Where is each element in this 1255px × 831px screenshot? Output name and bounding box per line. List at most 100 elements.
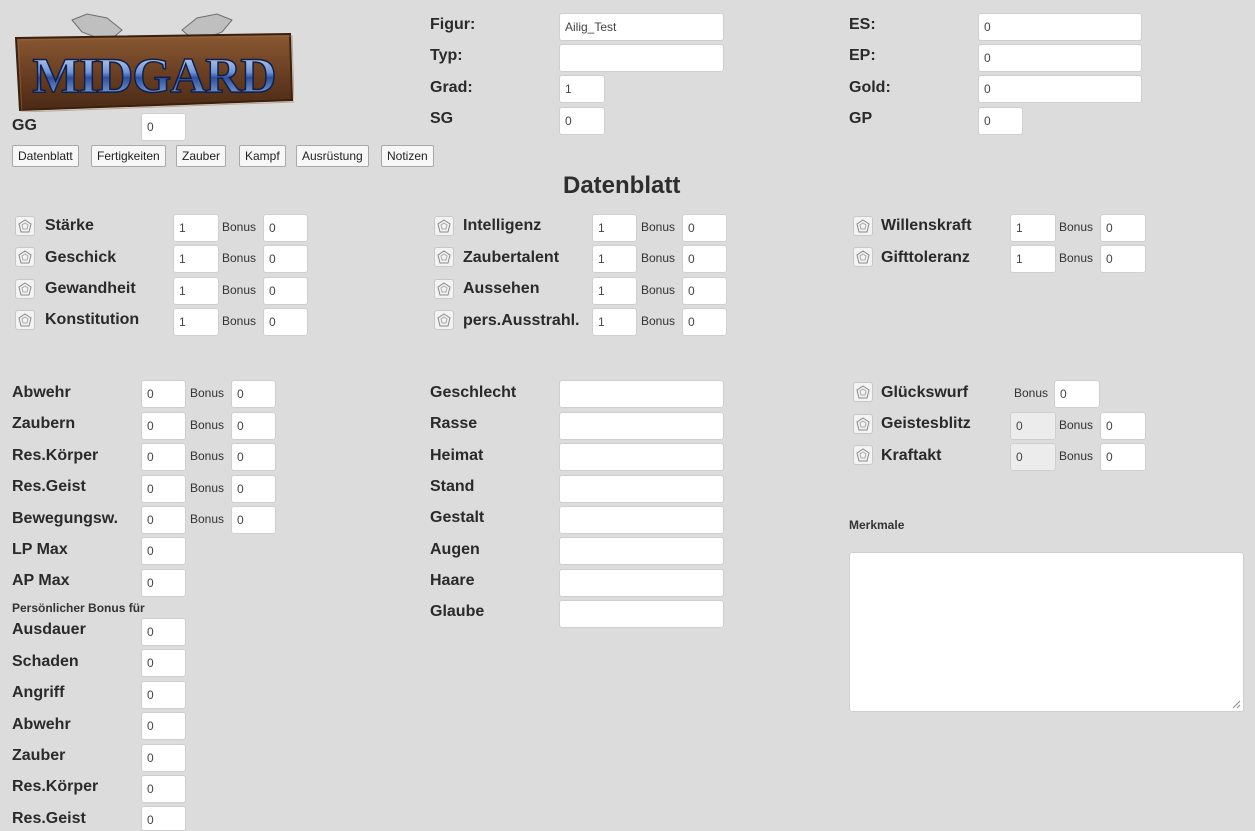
ep-input[interactable]: 0	[978, 44, 1142, 72]
bonus-label: Bonus	[222, 220, 257, 234]
gp-input[interactable]: 0	[978, 107, 1023, 135]
kraftakt-bonus-input[interactable]: 0	[1100, 443, 1146, 471]
tab-notizen[interactable]: Notizen	[381, 145, 434, 167]
willenskraft-bonus-input[interactable]: 0	[1100, 214, 1146, 242]
willenskraft-input[interactable]: 1	[1010, 214, 1056, 242]
dice-icon[interactable]	[434, 310, 454, 330]
dice-icon[interactable]	[15, 310, 35, 330]
heimat-input[interactable]	[559, 443, 724, 471]
dice-icon[interactable]	[15, 247, 35, 267]
ap-max-input[interactable]: 0	[141, 569, 186, 597]
glueckswurf-bonus-input[interactable]: 0	[1054, 380, 1100, 408]
kraftakt-value: 0	[1010, 443, 1056, 471]
typ-input[interactable]	[559, 44, 724, 72]
aussehen-input[interactable]: 1	[592, 277, 637, 305]
pb-res-geist-input[interactable]: 0	[141, 806, 186, 831]
staerke-bonus-input[interactable]: 0	[263, 214, 308, 242]
rasse-input[interactable]	[559, 412, 724, 440]
stand-input[interactable]	[559, 475, 724, 503]
pb-abwehr-input[interactable]: 0	[141, 712, 186, 740]
dice-icon[interactable]	[853, 445, 873, 465]
lp-max-input[interactable]: 0	[141, 537, 186, 565]
figur-input[interactable]: Ailig_Test	[559, 13, 724, 41]
gestalt-input[interactable]	[559, 506, 724, 534]
zaubern-bonus-input[interactable]: 0	[231, 412, 276, 440]
bonus-label: Bonus	[190, 449, 225, 463]
dice-icon[interactable]	[434, 247, 454, 267]
angriff-label: Angriff	[12, 684, 65, 701]
zaubertalent-bonus-input[interactable]: 0	[682, 245, 727, 273]
geistesblitz-value: 0	[1010, 412, 1056, 440]
geschlecht-input[interactable]	[559, 380, 724, 408]
ausstrahlung-bonus-input[interactable]: 0	[682, 308, 727, 336]
gifttoleranz-label: Gifttoleranz	[881, 249, 970, 266]
augen-label: Augen	[430, 541, 480, 558]
gewandheit-bonus-input[interactable]: 0	[263, 277, 308, 305]
glueckswurf-label: Glückswurf	[881, 384, 969, 401]
haare-input[interactable]	[559, 569, 724, 597]
geschick-bonus-input[interactable]: 0	[263, 245, 308, 273]
sg-input[interactable]: 0	[559, 107, 605, 135]
intelligenz-bonus-input[interactable]: 0	[682, 214, 727, 242]
bewegungsweite-bonus-input[interactable]: 0	[231, 506, 276, 534]
gold-input[interactable]: 0	[978, 75, 1142, 103]
gewandheit-input[interactable]: 1	[173, 277, 219, 305]
dice-icon[interactable]	[15, 216, 35, 236]
grad-input[interactable]: 1	[559, 75, 605, 103]
res-koerper-bonus-input[interactable]: 0	[231, 443, 276, 471]
abwehr-input[interactable]: 0	[141, 380, 186, 408]
abwehr-bonus-input[interactable]: 0	[231, 380, 276, 408]
dice-icon[interactable]	[15, 279, 35, 299]
gp-label: GP	[849, 110, 873, 127]
abwehr-label: Abwehr	[12, 384, 71, 401]
pb-zauber-label: Zauber	[12, 747, 66, 764]
tab-zauber[interactable]: Zauber	[176, 145, 227, 167]
glaube-input[interactable]	[559, 600, 724, 628]
dice-icon[interactable]	[853, 414, 873, 434]
konstitution-label: Konstitution	[45, 311, 140, 328]
kraftakt-label: Kraftakt	[881, 447, 942, 464]
bonus-label: Bonus	[641, 220, 676, 234]
dice-icon[interactable]	[853, 216, 873, 236]
merkmale-textarea[interactable]	[849, 552, 1244, 712]
aussehen-bonus-input[interactable]: 0	[682, 277, 727, 305]
es-input[interactable]: 0	[978, 13, 1142, 41]
dice-icon[interactable]	[853, 247, 873, 267]
tab-kampf[interactable]: Kampf	[239, 145, 286, 167]
pb-res-koerper-input[interactable]: 0	[141, 775, 186, 803]
tab-datenblatt[interactable]: Datenblatt	[12, 145, 79, 167]
tab-fertigkeiten[interactable]: Fertigkeiten	[91, 145, 166, 167]
zaubertalent-label: Zaubertalent	[463, 249, 560, 266]
aussehen-label: Aussehen	[463, 280, 540, 297]
konstitution-bonus-input[interactable]: 0	[263, 308, 308, 336]
ausdauer-input[interactable]: 0	[141, 618, 186, 646]
augen-input[interactable]	[559, 537, 724, 565]
bewegungsweite-input[interactable]: 0	[141, 506, 186, 534]
geistesblitz-bonus-input[interactable]: 0	[1100, 412, 1146, 440]
haare-label: Haare	[430, 572, 475, 589]
intelligenz-input[interactable]: 1	[592, 214, 637, 242]
pb-zauber-input[interactable]: 0	[141, 744, 186, 772]
res-geist-bonus-input[interactable]: 0	[231, 475, 276, 503]
staerke-input[interactable]: 1	[173, 214, 219, 242]
zaubern-input[interactable]: 0	[141, 412, 186, 440]
schaden-input[interactable]: 0	[141, 649, 186, 677]
res-geist-input[interactable]: 0	[141, 475, 186, 503]
resize-handle-icon[interactable]	[1232, 700, 1241, 709]
gifttoleranz-bonus-input[interactable]: 0	[1100, 245, 1146, 273]
gifttoleranz-input[interactable]: 1	[1010, 245, 1056, 273]
dice-icon[interactable]	[853, 382, 873, 402]
geschick-label: Geschick	[45, 249, 117, 266]
angriff-input[interactable]: 0	[141, 681, 186, 709]
dice-icon[interactable]	[434, 279, 454, 299]
zaubertalent-input[interactable]: 1	[592, 245, 637, 273]
dice-icon[interactable]	[434, 216, 454, 236]
ausstrahlung-input[interactable]: 1	[592, 308, 637, 336]
geschick-input[interactable]: 1	[173, 245, 219, 273]
gg-input[interactable]: 0	[141, 113, 186, 141]
es-label: ES:	[849, 16, 876, 33]
tab-ausruestung[interactable]: Ausrüstung	[296, 145, 369, 167]
schaden-label: Schaden	[12, 653, 79, 670]
konstitution-input[interactable]: 1	[173, 308, 219, 336]
res-koerper-input[interactable]: 0	[141, 443, 186, 471]
